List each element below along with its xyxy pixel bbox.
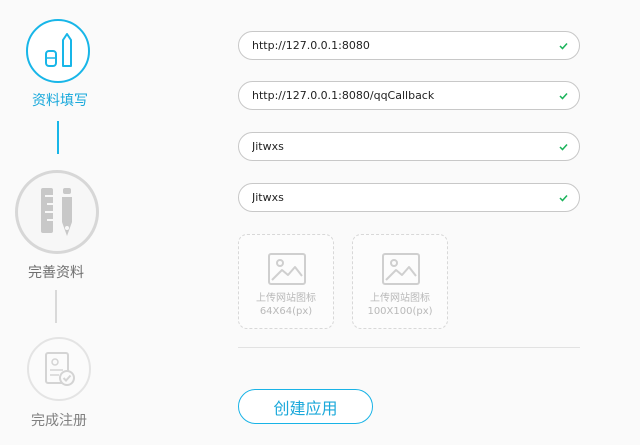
edit-tools-icon bbox=[45, 33, 72, 67]
callback-url-field[interactable]: http://127.0.0.1:8080/qqCallback bbox=[238, 81, 580, 110]
step-1-label: 资料填写 bbox=[32, 93, 88, 109]
image-placeholder-icon bbox=[382, 253, 420, 285]
upload-size: 64X64(px) bbox=[259, 306, 313, 317]
check-icon bbox=[559, 142, 568, 151]
divider bbox=[238, 347, 580, 348]
app-name-field[interactable]: Jitwxs bbox=[238, 132, 580, 161]
step-2-circle bbox=[15, 170, 99, 254]
upload-label: 上传网站图标 bbox=[370, 293, 430, 304]
ruler-pen-icon bbox=[41, 188, 72, 236]
check-icon bbox=[559, 41, 568, 50]
check-icon bbox=[559, 193, 568, 202]
field-value: Jitwxs bbox=[252, 191, 284, 204]
upload-size: 100X100(px) bbox=[367, 306, 433, 317]
field-value: http://127.0.0.1:8080 bbox=[252, 39, 370, 52]
create-app-button[interactable]: 创建应用 bbox=[238, 389, 373, 424]
step-2-label: 完善资料 bbox=[28, 265, 84, 281]
step-1-circle bbox=[26, 19, 90, 83]
step-3-label: 完成注册 bbox=[31, 413, 87, 429]
step-3-circle bbox=[27, 337, 91, 401]
upload-label: 上传网站图标 bbox=[256, 293, 316, 304]
step-connector bbox=[55, 290, 57, 323]
image-placeholder-icon bbox=[268, 253, 306, 285]
field-value: http://127.0.0.1:8080/qqCallback bbox=[252, 89, 435, 102]
step-connector bbox=[57, 121, 59, 154]
document-check-icon bbox=[45, 352, 75, 386]
field-value: Jitwxs bbox=[252, 140, 284, 153]
upload-icon-64[interactable]: 上传网站图标 64X64(px) bbox=[238, 234, 334, 329]
check-icon bbox=[559, 91, 568, 100]
upload-icon-100[interactable]: 上传网站图标 100X100(px) bbox=[352, 234, 448, 329]
website-url-field[interactable]: http://127.0.0.1:8080 bbox=[238, 31, 580, 60]
app-description-field[interactable]: Jitwxs bbox=[238, 183, 580, 212]
